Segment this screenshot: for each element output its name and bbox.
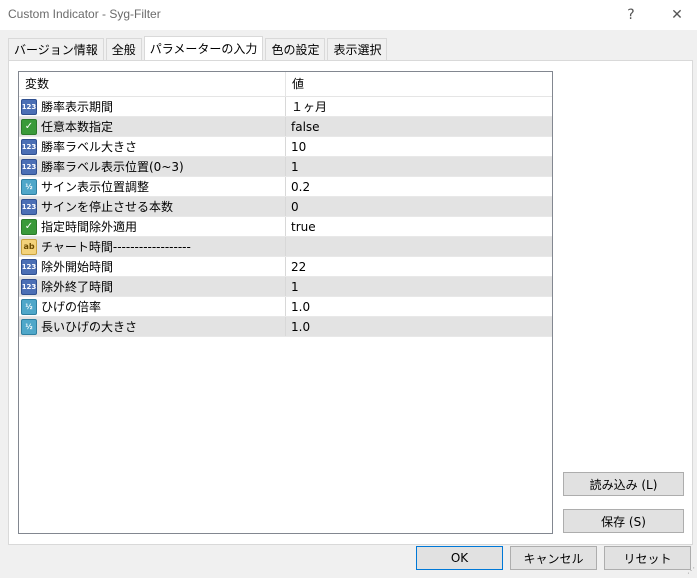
tab-colors[interactable]: 色の設定 <box>265 38 326 60</box>
parameter-row[interactable]: 123 除外開始時間 22 <box>19 257 552 277</box>
parameter-name-cell[interactable]: ½ サイン表示位置調整 <box>19 177 286 196</box>
parameter-name: 勝率ラベル大きさ <box>41 140 138 154</box>
parameter-row[interactable]: ab チャート時間------------------ <box>19 237 552 257</box>
parameter-value-cell[interactable]: 0.2 <box>286 177 552 196</box>
parameter-row[interactable]: ½ サイン表示位置調整 0.2 <box>19 177 552 197</box>
column-header-value[interactable]: 値 <box>286 72 552 96</box>
parameter-name: サイン表示位置調整 <box>41 180 150 194</box>
parameter-name-cell[interactable]: ½ ひげの倍率 <box>19 297 286 316</box>
parameter-value-cell[interactable]: 1.0 <box>286 297 552 316</box>
parameter-row[interactable]: 123 勝率表示期間 １ヶ月 <box>19 97 552 117</box>
string-type-icon: ab <box>21 238 37 255</box>
parameter-name-cell[interactable]: ✓ 指定時間除外適用 <box>19 217 286 236</box>
parameter-row[interactable]: ½ ひげの倍率 1.0 <box>19 297 552 317</box>
tab-input-parameters[interactable]: パラメーターの入力 <box>143 36 264 60</box>
double-type-icon: ½ <box>21 298 37 315</box>
parameter-name: 除外終了時間 <box>41 280 114 294</box>
parameter-rows: 123 勝率表示期間 １ヶ月 ✓ 任意本数指定 false 123 勝率ラベル大きさ 10 123… <box>19 97 552 337</box>
parameter-name: 除外開始時間 <box>41 260 114 274</box>
parameter-name-cell[interactable]: 123 除外開始時間 <box>19 257 286 276</box>
double-type-icon: ½ <box>21 178 37 195</box>
parameter-grid: 変数 値 123 勝率表示期間 １ヶ月 ✓ 任意本数指定 false 123 勝率ラベル大きさ… <box>18 71 553 534</box>
reset-button[interactable]: リセット <box>604 546 691 570</box>
parameter-value-cell[interactable]: 1.0 <box>286 317 552 336</box>
parameter-row[interactable]: ✓ 指定時間除外適用 true <box>19 217 552 237</box>
parameter-row[interactable]: 123 勝率ラベル表示位置(0~3) 1 <box>19 157 552 177</box>
cancel-button[interactable]: キャンセル <box>510 546 597 570</box>
help-button[interactable]: ? <box>614 0 648 30</box>
parameter-name-cell[interactable]: 123 勝率表示期間 <box>19 97 286 116</box>
tab-general[interactable]: 全般 <box>105 38 142 60</box>
grid-header: 変数 値 <box>19 72 552 97</box>
close-button[interactable]: ✕ <box>660 0 694 30</box>
parameter-name: チャート時間------------------ <box>41 240 191 254</box>
parameter-value-cell[interactable]: 10 <box>286 137 552 156</box>
window-title: Custom Indicator - Syg-Filter <box>8 7 161 21</box>
parameter-value-cell[interactable]: 22 <box>286 257 552 276</box>
parameter-row[interactable]: ✓ 任意本数指定 false <box>19 117 552 137</box>
parameter-name-cell[interactable]: 123 サインを停止させる本数 <box>19 197 286 216</box>
parameter-name-cell[interactable]: 123 除外終了時間 <box>19 277 286 296</box>
parameter-name: サインを停止させる本数 <box>41 200 174 214</box>
integer-type-icon: 123 <box>21 258 37 275</box>
parameter-name-cell[interactable]: ✓ 任意本数指定 <box>19 117 286 136</box>
column-header-variable[interactable]: 変数 <box>19 72 286 96</box>
parameter-name: 任意本数指定 <box>41 120 114 134</box>
parameter-value-cell[interactable] <box>286 237 552 256</box>
parameter-name: 長いひげの大きさ <box>41 320 138 334</box>
parameter-row[interactable]: 123 除外終了時間 1 <box>19 277 552 297</box>
integer-type-icon: 123 <box>21 138 37 155</box>
double-type-icon: ½ <box>21 318 37 335</box>
tab-version-info[interactable]: バージョン情報 <box>8 38 104 60</box>
parameter-name: 勝率ラベル表示位置(0~3) <box>41 160 184 174</box>
tab-strip: バージョン情報 全般 パラメーターの入力 色の設定 表示選択 <box>8 36 389 60</box>
integer-type-icon: 123 <box>21 278 37 295</box>
integer-type-icon: 123 <box>21 198 37 215</box>
save-button[interactable]: 保存 (S) <box>563 509 684 533</box>
parameter-name-cell[interactable]: 123 勝率ラベル表示位置(0~3) <box>19 157 286 176</box>
load-button[interactable]: 読み込み (L) <box>563 472 684 496</box>
integer-type-icon: 123 <box>21 158 37 175</box>
parameter-name: 勝率表示期間 <box>41 100 114 114</box>
parameter-row[interactable]: ½ 長いひげの大きさ 1.0 <box>19 317 552 337</box>
parameter-value-cell[interactable]: false <box>286 117 552 136</box>
parameter-name: 指定時間除外適用 <box>41 220 138 234</box>
tab-visualization[interactable]: 表示選択 <box>327 38 388 60</box>
parameter-name-cell[interactable]: ab チャート時間------------------ <box>19 237 286 256</box>
boolean-type-icon: ✓ <box>21 218 37 235</box>
parameter-name-cell[interactable]: ½ 長いひげの大きさ <box>19 317 286 336</box>
parameter-name-cell[interactable]: 123 勝率ラベル大きさ <box>19 137 286 156</box>
ok-button[interactable]: OK <box>416 546 503 570</box>
parameter-name: ひげの倍率 <box>41 300 102 314</box>
parameter-value-cell[interactable]: 0 <box>286 197 552 216</box>
boolean-type-icon: ✓ <box>21 118 37 135</box>
parameter-row[interactable]: 123 サインを停止させる本数 0 <box>19 197 552 217</box>
parameter-row[interactable]: 123 勝率ラベル大きさ 10 <box>19 137 552 157</box>
integer-type-icon: 123 <box>21 98 37 115</box>
parameter-value-cell[interactable]: １ヶ月 <box>286 97 552 116</box>
parameter-value-cell[interactable]: 1 <box>286 277 552 296</box>
parameter-value-cell[interactable]: true <box>286 217 552 236</box>
parameter-value-cell[interactable]: 1 <box>286 157 552 176</box>
title-bar: Custom Indicator - Syg-Filter ? ✕ <box>0 0 697 30</box>
resize-grip-icon[interactable]: ⋰ <box>685 566 695 576</box>
